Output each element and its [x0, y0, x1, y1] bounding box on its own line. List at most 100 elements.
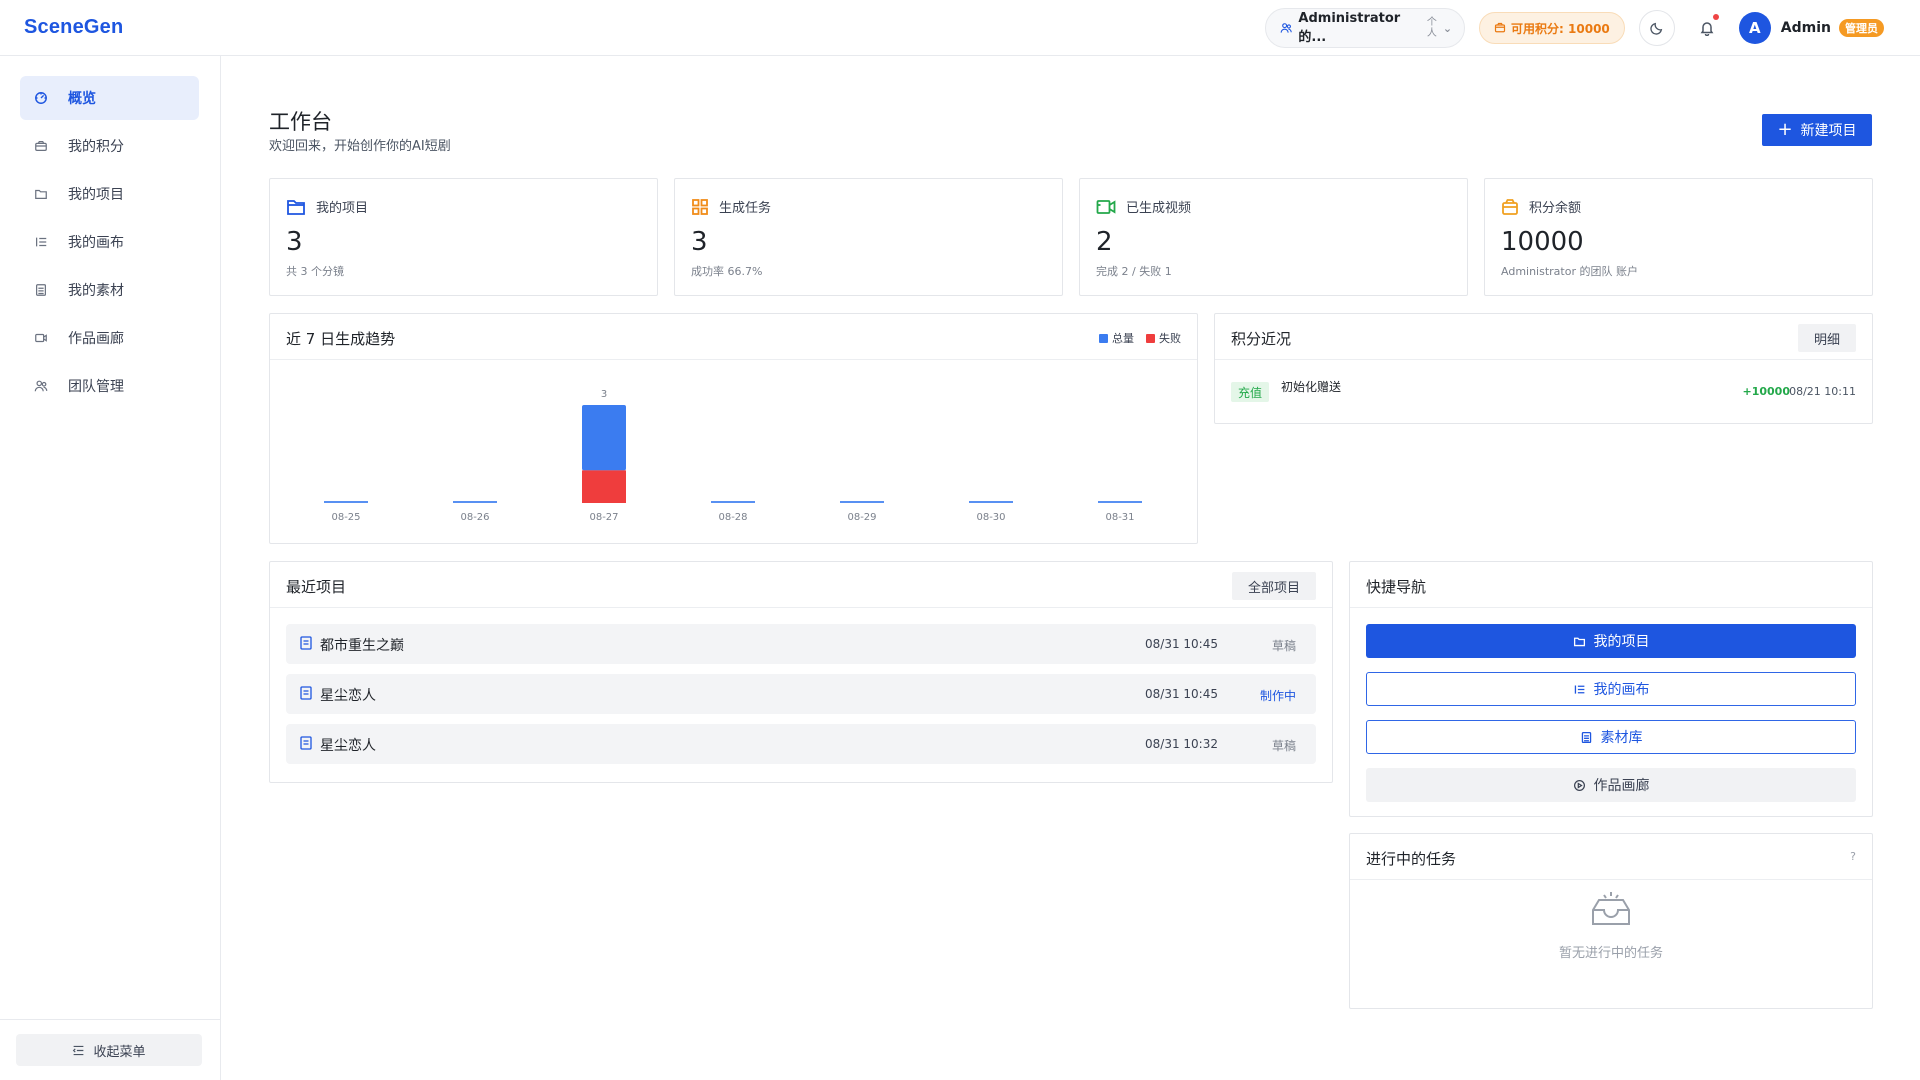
panel-header: 积分近况 明细 [1215, 314, 1872, 360]
stat-header: 积分余额 [1501, 197, 1581, 216]
folder-icon [1573, 637, 1585, 646]
stat-label: 我的项目 [316, 201, 369, 216]
project-name: 星尘恋人 [320, 738, 376, 754]
collapse-menu-label: 收起菜单 [93, 1044, 146, 1060]
transaction-desc: 初始化赠送 [1281, 380, 1342, 394]
quick-nav-panel: 快捷导航 我的项目 我的画布 素材库 作品画廊 [1349, 561, 1873, 817]
notification-button[interactable] [1689, 10, 1725, 46]
bar-total [582, 405, 626, 471]
sidebar-item-label: 我的积分 [68, 139, 124, 155]
theme-toggle-button[interactable] [1638, 10, 1675, 46]
video-icon [1096, 199, 1116, 214]
quick-nav-label: 我的画布 [1593, 682, 1650, 698]
sidebar-item-materials[interactable]: 我的素材 [20, 268, 199, 312]
transaction-time: 08/21 10:11 [1789, 385, 1856, 398]
project-status: 草稿 [1271, 739, 1296, 753]
bar-zero [453, 501, 497, 503]
team-scope-bottom: 人 [1426, 28, 1437, 39]
chevron-down-icon: ⌄ [1442, 21, 1453, 35]
available-points-text: 可用积分: 10000 [1511, 21, 1610, 36]
menu-fold-icon [73, 1045, 84, 1055]
all-projects-button[interactable]: 全部项目 [1231, 572, 1316, 600]
panel-title: 近 7 日生成趋势 [286, 330, 396, 348]
panel-header: 最近项目 全部项目 [270, 562, 1332, 608]
stat-header: 我的项目 [286, 197, 368, 216]
available-points-badge[interactable]: 可用积分: 10000 [1479, 12, 1625, 44]
sidebar-item-gallery[interactable]: 作品画廊 [20, 316, 199, 360]
trend-chart-panel: 近 7 日生成趋势 总量 失败 08-25 08-26 3 08-27 08-28 08-… [269, 313, 1198, 544]
x-tick-label: 08-31 [1105, 512, 1134, 523]
project-time: 08/31 10:32 [1145, 737, 1218, 751]
stat-card-tasks[interactable]: 生成任务 3 成功率 66.7% [674, 178, 1063, 296]
quick-nav-projects-button[interactable]: 我的项目 [1366, 624, 1856, 658]
stat-sub: 完成 2 / 失败 1 [1096, 265, 1172, 278]
stat-label: 已生成视频 [1126, 201, 1192, 216]
team-switcher[interactable]: Administrator 的... 个 人 ⌄ [1265, 8, 1466, 48]
x-tick-label: 08-26 [460, 512, 489, 523]
quick-nav-gallery-button[interactable]: 作品画廊 [1366, 768, 1856, 802]
panel-header: 快捷导航 [1350, 562, 1872, 608]
stat-card-balance[interactable]: 积分余额 10000 Administrator 的团队 账户 [1484, 178, 1873, 296]
panel-title: 快捷导航 [1366, 578, 1427, 596]
new-project-button[interactable]: + 新建项目 [1762, 114, 1872, 146]
folder-icon [35, 189, 47, 199]
user-avatar[interactable]: A [1738, 12, 1771, 44]
project-name: 都市重生之巅 [320, 638, 404, 654]
team-icon [1280, 23, 1292, 33]
project-name: 星尘恋人 [320, 688, 376, 704]
project-row[interactable]: 星尘恋人 08/31 10:32 草稿 [286, 724, 1316, 764]
quick-nav-materials-button[interactable]: 素材库 [1366, 720, 1856, 754]
x-tick-label: 08-28 [718, 512, 747, 523]
stat-sub: Administrator 的团队 账户 [1501, 265, 1638, 278]
legend-item-failed: 失败 [1146, 330, 1181, 346]
project-row[interactable]: 星尘恋人 08/31 10:45 制作中 [286, 674, 1316, 714]
panel-title: 积分近况 [1231, 330, 1292, 348]
x-tick-label: 08-25 [331, 512, 360, 523]
sidebar-item-canvas[interactable]: 我的画布 [20, 220, 199, 264]
sidebar-item-label: 我的项目 [68, 187, 124, 203]
wallet-icon [1502, 198, 1518, 215]
transaction-tag: 充值 [1231, 382, 1270, 402]
project-status: 草稿 [1271, 639, 1296, 653]
trend-chart: 08-25 08-26 3 08-27 08-28 08-29 08-30 08-31 [324, 389, 1142, 523]
team-name: Administrator 的... [1298, 11, 1401, 45]
sidebar-item-label: 概览 [68, 91, 96, 107]
new-project-label: 新建项目 [1800, 123, 1857, 139]
sidebar-item-projects[interactable]: 我的项目 [20, 172, 199, 216]
user-name[interactable]: Admin [1781, 20, 1831, 36]
grid-icon [692, 198, 708, 215]
sidebar-item-label: 我的素材 [68, 283, 124, 299]
stat-value: 3 [286, 227, 303, 257]
top-header: SceneGen Administrator 的... 个 人 ⌄ 可用积分: … [0, 0, 1920, 56]
list-icon [36, 237, 47, 247]
stat-value: 10000 [1501, 227, 1584, 257]
sidebar-item-team[interactable]: 团队管理 [20, 364, 199, 408]
list-icon [1574, 684, 1584, 694]
data-label: 3 [601, 389, 607, 400]
bar-zero [840, 501, 884, 503]
panel-header: 近 7 日生成趋势 总量 失败 [270, 314, 1197, 360]
points-detail-button[interactable]: 明细 [1797, 324, 1856, 352]
collapse-menu-button[interactable]: 收起菜单 [16, 1034, 202, 1066]
document-icon [300, 636, 312, 650]
quick-nav-canvas-button[interactable]: 我的画布 [1366, 672, 1856, 706]
sidebar-item-overview[interactable]: 概览 [20, 76, 199, 120]
stat-value: 2 [1096, 227, 1113, 257]
stat-card-projects[interactable]: 我的项目 3 共 3 个分镜 [269, 178, 658, 296]
panel-header: 进行中的任务 ? [1350, 834, 1872, 880]
sidebar-divider [0, 1019, 220, 1020]
stat-sub: 共 3 个分镜 [286, 265, 344, 278]
stat-card-videos[interactable]: 已生成视频 2 完成 2 / 失败 1 [1079, 178, 1468, 296]
project-row[interactable]: 都市重生之巅 08/31 10:45 草稿 [286, 624, 1316, 664]
sidebar-item-label: 我的画布 [68, 235, 124, 251]
app-logo[interactable]: SceneGen [24, 16, 123, 39]
bar-zero [711, 501, 755, 503]
bar-zero [1098, 501, 1142, 503]
help-icon[interactable]: ? [1850, 850, 1856, 863]
plus-icon: + [1777, 119, 1793, 140]
stat-value: 3 [691, 227, 708, 257]
stat-sub: 成功率 66.7% [691, 265, 763, 278]
folder-icon [287, 199, 305, 215]
sidebar-item-points[interactable]: 我的积分 [20, 124, 199, 168]
play-circle-icon [1573, 779, 1585, 791]
